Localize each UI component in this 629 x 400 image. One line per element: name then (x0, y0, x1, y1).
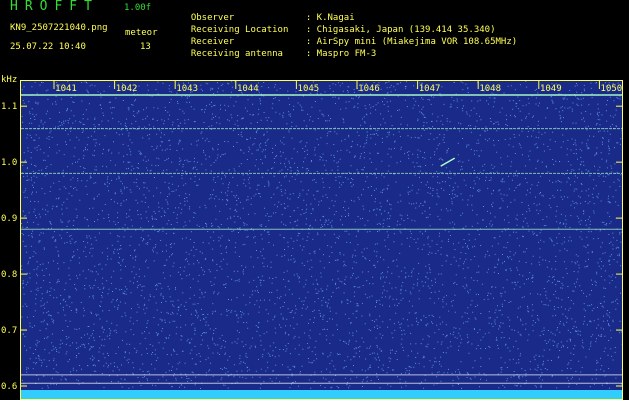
spectrogram-svg (21, 81, 622, 400)
y-tick-label: 0.6 (1, 382, 17, 392)
spectrogram-plot (21, 81, 622, 400)
signal-strength-strip (21, 390, 622, 400)
info-key: Receiving antenna (190, 49, 283, 59)
datetime-label: 25.07.22 10:40 (10, 42, 86, 52)
meteor-count: 13 (140, 42, 151, 52)
info-row-antenna: Receiving antenna : Maspro FM-3 (180, 39, 376, 59)
y-tick-label: 1.0 (1, 158, 17, 168)
meteor-label: meteor (125, 28, 158, 38)
y-tick-label: 0.9 (1, 214, 17, 224)
info-value: : Maspro FM-3 (305, 49, 377, 59)
noise-speckle (21, 81, 622, 389)
version-label: 1.00f (124, 3, 152, 13)
noise-layer (21, 81, 622, 389)
meteor-echo (440, 157, 456, 167)
y-tick-label: 0.8 (1, 270, 17, 280)
filename-label: KN9_2507221040.png (10, 23, 108, 33)
y-tick-label: 0.7 (1, 326, 17, 336)
y-tick-label: 1.1 (1, 102, 17, 112)
app-logo: HROFFT (10, 0, 99, 14)
y-axis-unit: kHz (1, 75, 18, 85)
